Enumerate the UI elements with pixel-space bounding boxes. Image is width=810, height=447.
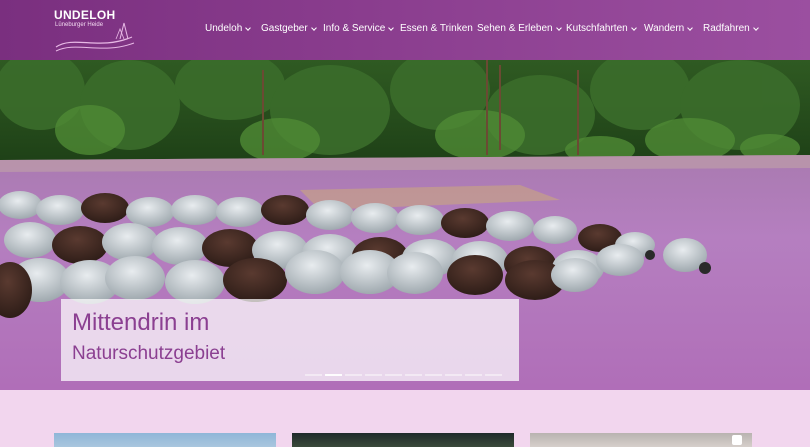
slider-dot[interactable] (405, 374, 422, 376)
logo-title: UNDELOH (54, 8, 116, 22)
main-nav: Undeloh Gastgeber Info & Service Essen &… (0, 23, 810, 37)
nav-item-label: Radfahren (703, 23, 750, 34)
nav-item-label: Wandern (644, 23, 685, 34)
hero-caption-subtitle: Naturschutzgebiet (72, 343, 226, 364)
slider-dot[interactable] (465, 374, 482, 376)
nav-item-label: Kutschfahrten (566, 23, 628, 34)
slider-dot[interactable] (305, 374, 322, 376)
hero-slider[interactable]: Mittendrin im Naturschutzgebiet (0, 60, 810, 390)
nav-item-label: Undeloh (205, 23, 243, 34)
nav-item-essen-trinken[interactable]: Essen & Trinken (400, 23, 473, 34)
chevron-down-icon (630, 24, 637, 31)
light-icon (732, 435, 742, 445)
slider-dot[interactable] (425, 374, 442, 376)
teaser-card-image[interactable] (54, 433, 276, 447)
nav-item-sehen-erleben[interactable]: Sehen & Erleben (477, 23, 562, 34)
slider-dot[interactable] (385, 374, 402, 376)
nav-item-gastgeber[interactable]: Gastgeber (261, 23, 317, 34)
teaser-card-image[interactable] (530, 433, 752, 447)
teaser-card-image[interactable] (292, 433, 514, 447)
nav-item-undeloh[interactable]: Undeloh (205, 23, 252, 34)
slider-dot[interactable] (325, 374, 342, 376)
slider-dot[interactable] (485, 374, 502, 376)
chevron-down-icon (245, 24, 252, 31)
slider-dots (305, 374, 502, 378)
nav-item-wandern[interactable]: Wandern (644, 23, 694, 34)
nav-item-label: Essen & Trinken (400, 23, 473, 34)
teaser-cards (0, 390, 810, 447)
nav-item-label: Gastgeber (261, 23, 308, 34)
nav-item-info-service[interactable]: Info & Service (323, 23, 395, 34)
site-header: UNDELOH Lüneburger Heide Undeloh Gastgeb… (0, 0, 810, 60)
nav-item-label: Info & Service (323, 23, 386, 34)
chevron-down-icon (555, 24, 562, 31)
chevron-down-icon (752, 24, 759, 31)
hero-caption-title: Mittendrin im (72, 309, 210, 336)
chevron-down-icon (687, 24, 694, 31)
nav-item-kutschfahrten[interactable]: Kutschfahrten (566, 23, 637, 34)
chevron-down-icon (388, 24, 395, 31)
hero-caption: Mittendrin im Naturschutzgebiet (61, 299, 519, 381)
nav-item-radfahren[interactable]: Radfahren (703, 23, 759, 34)
chevron-down-icon (310, 24, 317, 31)
slider-dot[interactable] (445, 374, 462, 376)
nav-item-label: Sehen & Erleben (477, 23, 553, 34)
slider-dot[interactable] (345, 374, 362, 376)
slider-dot[interactable] (365, 374, 382, 376)
